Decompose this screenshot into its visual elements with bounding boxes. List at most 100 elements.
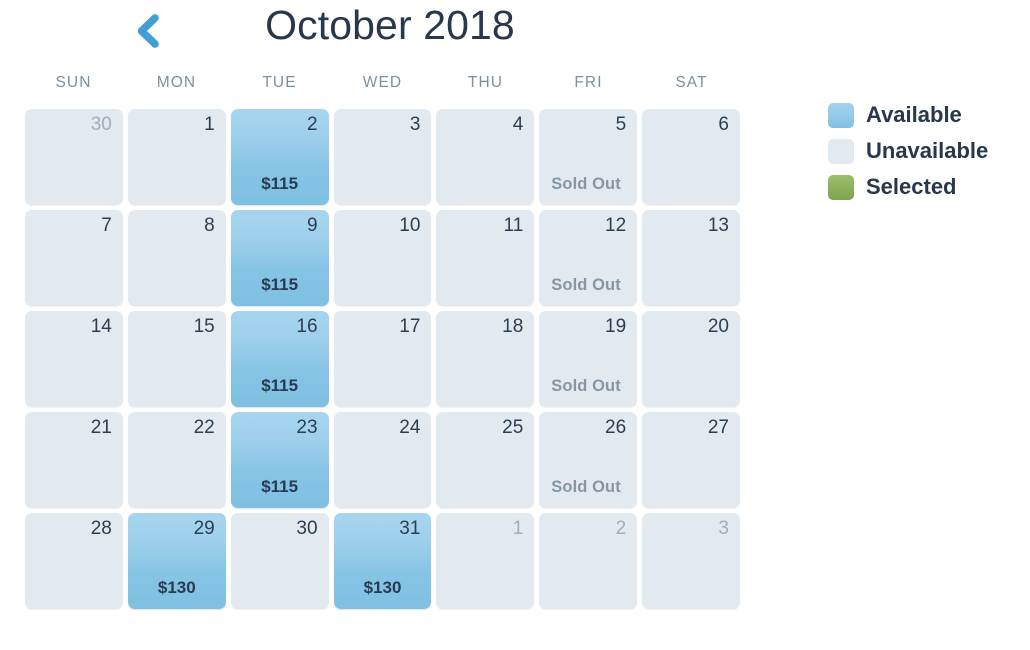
day-cell: 30 — [230, 513, 329, 609]
day-number: 3 — [718, 518, 729, 539]
day-cell: 28 — [25, 513, 123, 609]
day-cell[interactable]: 2 $115 — [230, 109, 329, 205]
legend-label: Available — [866, 102, 962, 127]
day-number: 25 — [502, 417, 524, 438]
day-cell[interactable]: 31 $130 — [333, 513, 432, 609]
day-number: 12 — [605, 215, 627, 236]
day-number: 17 — [399, 316, 421, 337]
day-number: 19 — [605, 316, 627, 337]
day-cell: 5 Sold Out — [539, 109, 638, 205]
day-status-badge: Sold Out — [551, 478, 621, 496]
day-number: 16 — [296, 316, 318, 337]
day-cell[interactable]: 23 $115 — [230, 412, 329, 508]
legend: Available Unavailable Selected — [828, 100, 988, 208]
day-cell: 7 — [25, 210, 123, 306]
calendar-header: October 2018 — [0, 0, 765, 64]
page-title: October 2018 — [265, 2, 515, 48]
day-cell: 4 — [436, 109, 535, 205]
day-status-badge: Sold Out — [551, 276, 621, 294]
day-price: $130 — [363, 578, 402, 597]
chevron-left-icon — [134, 14, 160, 48]
weekday-label-tue: TUE — [262, 74, 297, 91]
day-cell: 26 Sold Out — [539, 412, 638, 508]
day-number: 15 — [193, 316, 215, 337]
prev-month-button[interactable] — [122, 6, 172, 56]
day-cell: 17 — [333, 311, 432, 407]
legend-swatch-selected — [828, 174, 854, 200]
day-cell: 15 — [127, 311, 226, 407]
day-price: $115 — [261, 477, 299, 496]
day-number: 3 — [409, 114, 421, 135]
day-cell: 2 — [539, 513, 638, 609]
day-number: 14 — [90, 316, 112, 337]
day-number: 23 — [296, 417, 318, 438]
day-cell: 1 — [436, 513, 535, 609]
day-number: 21 — [90, 417, 112, 438]
day-number: 10 — [399, 215, 421, 236]
weekday-label-sun: SUN — [55, 74, 92, 91]
day-number: 29 — [193, 518, 215, 539]
day-cell: 20 — [642, 311, 740, 407]
weekday-label-mon: MON — [156, 74, 197, 91]
day-cell: 14 — [25, 311, 123, 407]
day-number: 22 — [193, 417, 215, 438]
weekday-label-fri: FRI — [574, 74, 603, 91]
day-cell: 8 — [127, 210, 226, 306]
day-price: $115 — [261, 174, 299, 193]
day-number: 8 — [204, 215, 215, 236]
day-cell: 11 — [436, 210, 535, 306]
day-number: 2 — [306, 114, 318, 135]
legend-item-selected: Selected — [828, 172, 988, 202]
day-number: 20 — [707, 316, 729, 337]
day-number: 24 — [399, 417, 421, 438]
day-number: 31 — [399, 518, 421, 539]
day-cell: 25 — [436, 412, 535, 508]
day-number: 26 — [605, 417, 627, 438]
day-cell: 18 — [436, 311, 535, 407]
legend-label: Selected — [866, 174, 957, 199]
day-number: 4 — [512, 114, 524, 135]
day-number: 9 — [306, 215, 318, 236]
day-cell: 21 — [25, 412, 123, 508]
weekday-label-thu: THU — [467, 74, 504, 91]
day-cell: 30 — [25, 109, 123, 205]
day-number: 13 — [707, 215, 729, 236]
day-number: 1 — [512, 518, 524, 539]
day-number: 1 — [204, 114, 215, 135]
day-cell: 3 — [333, 109, 432, 205]
day-status-badge: Sold Out — [551, 377, 621, 395]
day-cell: 24 — [333, 412, 432, 508]
day-cell[interactable]: 29 $130 — [127, 513, 226, 609]
day-number: 5 — [615, 114, 627, 135]
day-number: 2 — [615, 518, 627, 539]
day-cell: 13 — [642, 210, 740, 306]
legend-swatch-unavailable — [828, 138, 854, 164]
day-price: $130 — [157, 578, 196, 597]
day-cell: 1 — [127, 109, 226, 205]
day-cell: 3 — [642, 513, 740, 609]
day-number: 28 — [90, 518, 112, 539]
day-number: 30 — [90, 114, 112, 135]
legend-item-unavailable: Unavailable — [828, 136, 988, 166]
day-cell: 27 — [642, 412, 740, 508]
day-cell: 19 Sold Out — [539, 311, 638, 407]
day-cell[interactable]: 16 $115 — [230, 311, 329, 407]
day-cell: 6 — [642, 109, 740, 205]
legend-swatch-available — [828, 102, 854, 128]
legend-label: Unavailable — [866, 138, 989, 163]
day-number: 11 — [503, 215, 524, 236]
day-cell: 22 — [127, 412, 226, 508]
day-number: 6 — [718, 114, 729, 135]
weekday-label-sat: SAT — [675, 74, 708, 91]
day-status-badge: Sold Out — [551, 175, 621, 193]
day-number: 7 — [101, 215, 112, 236]
legend-item-available: Available — [828, 100, 988, 130]
day-cell: 10 — [333, 210, 432, 306]
weekday-label-wed: WED — [362, 74, 403, 91]
day-number: 18 — [502, 316, 524, 337]
weekday-header-row: SUN MON TUE WED THU FRI SAT — [25, 74, 740, 92]
calendar-grid: 30 1 2 $115 3 4 5 Sold Out 6 7 8 9 $115 10 11 12 Sold Ou… — [25, 109, 740, 609]
day-price: $115 — [261, 376, 299, 395]
day-number: 30 — [296, 518, 318, 539]
day-cell[interactable]: 9 $115 — [230, 210, 329, 306]
